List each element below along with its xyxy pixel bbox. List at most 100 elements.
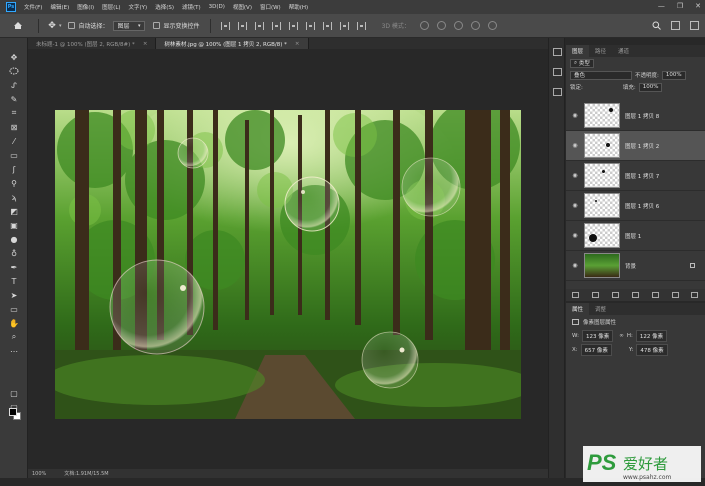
zoom-tool-icon[interactable]: ⌕ xyxy=(8,332,20,342)
layer-row[interactable]: ◉ 图层 1 拷贝 8 xyxy=(566,101,705,131)
layer-filter-dropdown[interactable]: ⌕ 类型 xyxy=(570,58,594,68)
history-brush-tool-icon[interactable]: ϡ xyxy=(8,192,20,202)
align-left-icon[interactable] xyxy=(220,21,230,30)
dodge-tool-icon[interactable]: ♁ xyxy=(8,248,20,258)
mask-icon[interactable] xyxy=(612,292,620,298)
menu-type[interactable]: 文字(Y) xyxy=(129,3,148,11)
search-icon[interactable] xyxy=(652,21,661,30)
eyedropper-tool-icon[interactable]: ⁄ xyxy=(8,136,20,146)
home-icon[interactable] xyxy=(12,21,24,31)
tab-layers[interactable]: 图层 xyxy=(566,45,590,57)
align-top-icon[interactable] xyxy=(271,21,281,30)
menu-image[interactable]: 图像(I) xyxy=(77,3,94,11)
distribute-vertical-icon[interactable] xyxy=(356,21,366,30)
align-right-icon[interactable] xyxy=(254,21,264,30)
close-icon[interactable]: × xyxy=(143,41,148,47)
fx-icon[interactable] xyxy=(592,292,600,298)
pen-tool-icon[interactable]: ✒ xyxy=(8,262,20,272)
tab-forest[interactable]: 树林素材.jpg @ 100% (图层 1 拷贝 2, RGB/8) * × xyxy=(156,38,309,49)
visibility-eye-icon[interactable]: ◉ xyxy=(566,202,584,209)
swatches-icon[interactable] xyxy=(553,88,562,96)
fill-field[interactable]: 100% xyxy=(638,82,663,92)
rectangle-tool-icon[interactable]: ▭ xyxy=(8,304,20,314)
align-bottom-icon[interactable] xyxy=(305,21,315,30)
menu-layer[interactable]: 图层(L) xyxy=(102,3,120,11)
tab-untitled[interactable]: 未标题-1 @ 100% (图层 2, RGB/8#) * × xyxy=(28,38,157,49)
blur-tool-icon[interactable]: ● xyxy=(8,234,20,244)
3d-roll-icon[interactable] xyxy=(436,21,446,30)
crop-tool-icon[interactable]: ⌗ xyxy=(8,108,20,118)
distribute-horizontal-icon[interactable] xyxy=(339,21,349,30)
chevron-down-icon[interactable]: ▾ xyxy=(59,23,62,29)
lock-icon[interactable] xyxy=(690,263,695,268)
visibility-eye-icon[interactable]: ◉ xyxy=(566,112,584,119)
menu-file[interactable]: 文件(F) xyxy=(24,3,42,11)
menu-select[interactable]: 选择(S) xyxy=(155,3,174,11)
align-center-icon[interactable] xyxy=(237,21,247,30)
brush-tool-icon[interactable]: ʃ xyxy=(8,164,20,174)
clone-stamp-tool-icon[interactable]: ⚲ xyxy=(8,178,20,188)
menu-edit[interactable]: 编辑(E) xyxy=(50,3,69,11)
auto-select-dropdown[interactable]: 图层 xyxy=(112,20,145,31)
marquee-tool-icon[interactable] xyxy=(8,66,20,76)
blend-mode-dropdown[interactable]: 叠色 xyxy=(570,70,632,80)
layer-row-selected[interactable]: ◉ 图层 1 拷贝 2 xyxy=(566,131,705,161)
history-icon[interactable] xyxy=(553,48,562,56)
gradient-tool-icon[interactable]: ▣ xyxy=(8,220,20,230)
transform-controls-checkbox[interactable] xyxy=(152,22,160,29)
frame-tool-icon[interactable]: ⊠ xyxy=(8,122,20,132)
foreground-color-swatch[interactable] xyxy=(9,408,17,416)
healing-brush-tool-icon[interactable]: ▭ xyxy=(8,150,20,160)
eraser-tool-icon[interactable]: ◩ xyxy=(8,206,20,216)
tab-paths[interactable]: 路径 xyxy=(589,45,612,57)
group-icon[interactable] xyxy=(651,292,659,298)
height-field[interactable]: 122 像素 xyxy=(635,330,668,342)
menu-filter[interactable]: 滤镜(T) xyxy=(182,3,201,11)
auto-select-checkbox[interactable] xyxy=(67,22,75,29)
adjustment-icon[interactable] xyxy=(631,292,639,298)
opacity-field[interactable]: 100% xyxy=(661,70,686,80)
link-icon[interactable]: ∞ xyxy=(619,333,624,339)
menu-3d[interactable]: 3D(D) xyxy=(209,4,225,10)
move-tool-icon[interactable]: ✥ xyxy=(45,21,59,31)
new-layer-icon[interactable] xyxy=(671,292,679,298)
layer-row[interactable]: ◉ 图层 1 拷贝 6 xyxy=(566,191,705,221)
tab-channels[interactable]: 通道 xyxy=(612,45,635,57)
3d-pan-icon[interactable] xyxy=(453,21,463,30)
visibility-eye-icon[interactable]: ◉ xyxy=(566,142,584,149)
document-canvas[interactable] xyxy=(55,110,521,419)
path-select-tool-icon[interactable]: ➤ xyxy=(8,290,20,300)
width-field[interactable]: 123 像素 xyxy=(581,330,614,342)
3d-rotate-icon[interactable] xyxy=(419,21,429,30)
x-field[interactable]: 657 像素 xyxy=(580,344,612,356)
link-icon[interactable] xyxy=(572,292,580,298)
tab-properties[interactable]: 属性 xyxy=(566,303,590,315)
type-tool-icon[interactable]: T xyxy=(8,276,20,286)
workspace-icon[interactable] xyxy=(671,21,680,30)
layer-row[interactable]: ◉ 图层 1 xyxy=(566,221,705,251)
layer-row[interactable]: ◉ 背景 xyxy=(566,251,705,281)
menu-window[interactable]: 窗口(W) xyxy=(260,3,281,11)
more-tools-icon[interactable]: ⋯ xyxy=(8,346,20,356)
layer-row[interactable]: ◉ 图层 1 拷贝 7 xyxy=(566,161,705,191)
close-icon[interactable]: × xyxy=(295,41,300,47)
visibility-eye-icon[interactable]: ◉ xyxy=(566,262,584,269)
lasso-tool-icon[interactable]: ᔑ xyxy=(8,80,20,90)
distribute-icon[interactable] xyxy=(322,21,332,30)
y-field[interactable]: 478 像素 xyxy=(636,344,668,356)
quick-select-tool-icon[interactable]: ✎ xyxy=(8,94,20,104)
minimize-button[interactable]: — xyxy=(658,2,665,10)
3d-scale-icon[interactable] xyxy=(487,21,497,30)
tab-adjustments[interactable]: 调整 xyxy=(589,303,612,315)
menu-help[interactable]: 帮助(H) xyxy=(289,3,308,11)
restore-button[interactable]: ❐ xyxy=(677,2,683,10)
visibility-eye-icon[interactable]: ◉ xyxy=(566,172,584,179)
hand-tool-icon[interactable]: ✋ xyxy=(8,318,20,328)
move-tool-icon[interactable]: ✥ xyxy=(8,52,20,62)
align-middle-icon[interactable] xyxy=(288,21,298,30)
zoom-level[interactable]: 100% xyxy=(32,471,46,477)
share-icon[interactable] xyxy=(690,21,699,30)
menu-view[interactable]: 视图(V) xyxy=(233,3,252,11)
libraries-icon[interactable] xyxy=(553,68,562,76)
close-button[interactable]: ✕ xyxy=(695,2,701,10)
